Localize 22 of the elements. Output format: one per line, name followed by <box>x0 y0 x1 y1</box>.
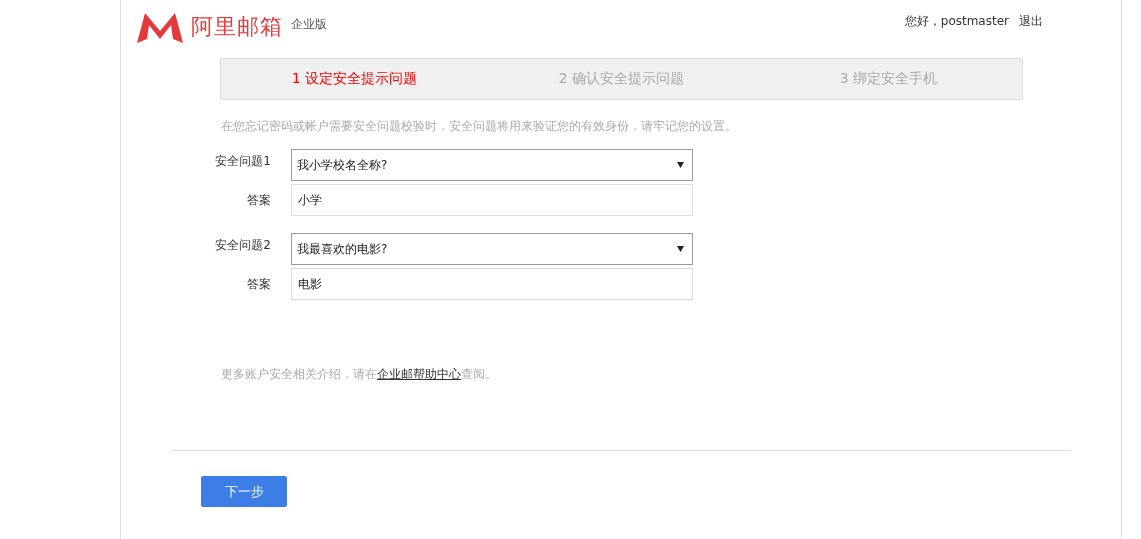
dropdown-icon <box>677 246 684 252</box>
field-label: 安全问题2 <box>214 237 272 254</box>
question-select[interactable]: 我最喜欢的电影? <box>291 233 693 265</box>
field-label: 答案 <box>246 191 272 209</box>
edition-label: 企业版 <box>291 15 327 33</box>
dropdown-icon <box>677 162 684 168</box>
answer-field[interactable]: 电影 <box>291 268 693 300</box>
next-button[interactable]: 下一步 <box>201 476 287 507</box>
step-label: 2 确认安全提示问题 <box>557 69 686 88</box>
greeting: 您好，postmaster <box>904 12 1009 30</box>
brand-name: 阿里邮箱 <box>191 13 283 41</box>
help-center-link[interactable]: 企业邮帮助中心 <box>377 367 461 381</box>
question-select[interactable]: 我小学校名全称? <box>291 149 693 181</box>
answer-field[interactable]: 小学 <box>291 184 693 216</box>
field-label: 答案 <box>246 275 272 293</box>
step-label: 1 设定安全提示问题 <box>290 69 419 88</box>
help-note: 更多账户安全相关介绍，请在企业邮帮助中心查阅。 <box>221 366 498 383</box>
logout-link[interactable]: 退出 <box>1019 12 1043 30</box>
intro-text: 在您忘记密码或帐户需要安全问题校验时，安全问题将用来验证您的有效身份，请牢记您的设置。 <box>221 118 738 135</box>
step-label: 3 绑定安全手机 <box>838 69 939 88</box>
logo-icon <box>135 11 185 43</box>
field-label: 安全问题1 <box>214 153 272 170</box>
